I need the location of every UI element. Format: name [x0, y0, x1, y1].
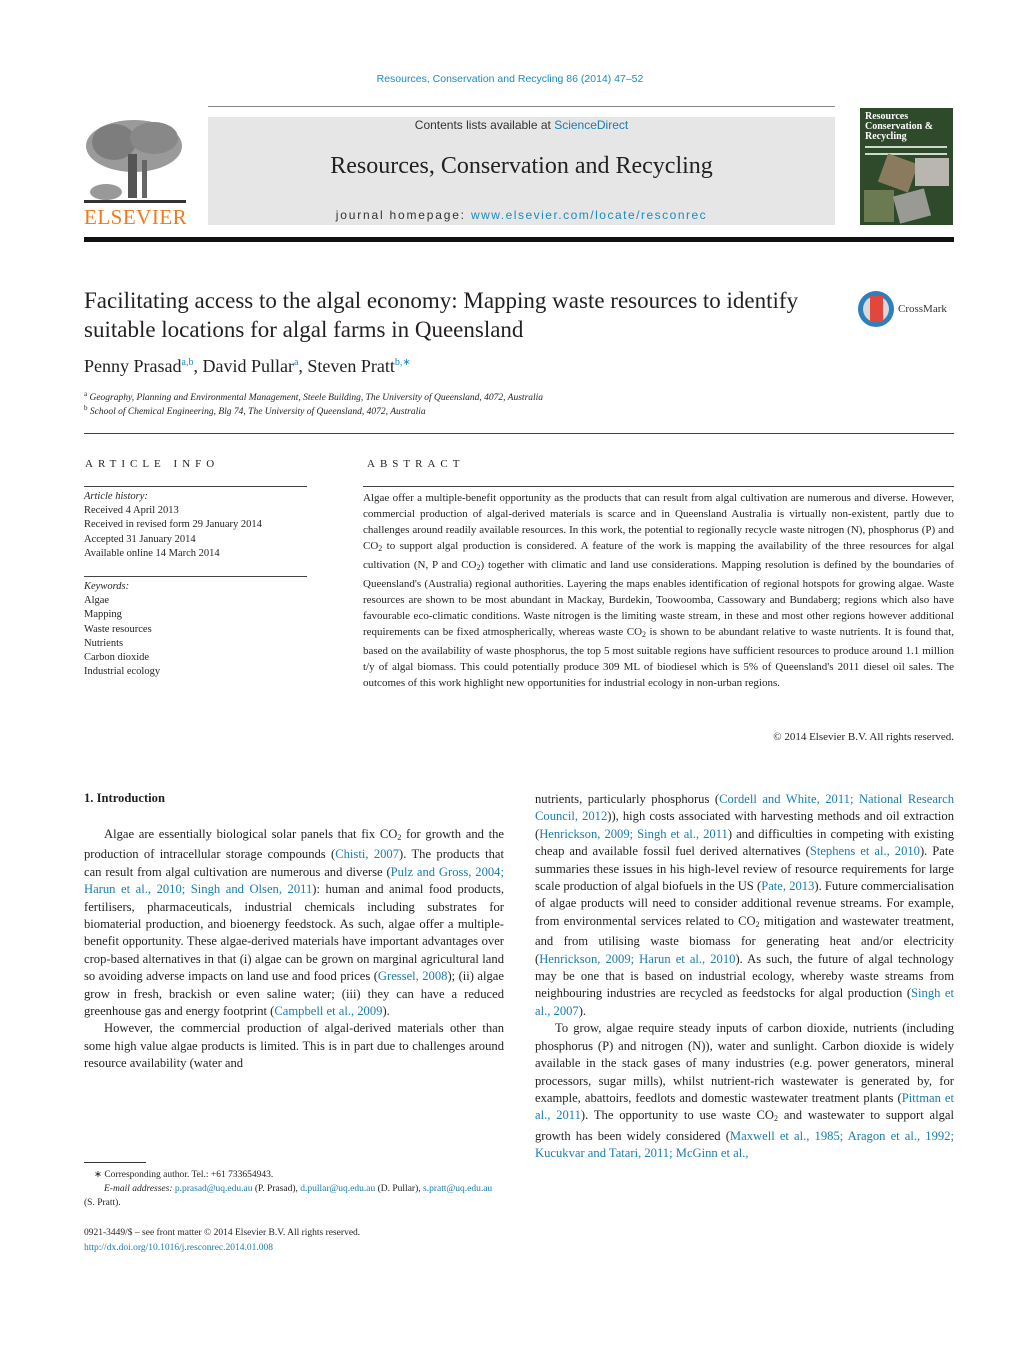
corresponding-author-note: ∗ Corresponding author. Tel.: +61 733654… [84, 1168, 504, 1182]
citation-link[interactable]: Chisti, 2007 [335, 847, 399, 861]
keyword: Mapping [84, 609, 122, 621]
journal-homepage: journal homepage: www.elsevier.com/locat… [208, 208, 835, 222]
body-text: Algae are essentially biological solar p… [104, 827, 398, 841]
history-item: Accepted 31 January 2014 [84, 533, 196, 545]
body-text: ). [578, 1003, 587, 1018]
citation-link[interactable]: Henrickson, 2009; Harun et al., 2010 [539, 952, 735, 966]
footnote-star: ∗ [94, 1170, 102, 1180]
keyword: Carbon dioxide [84, 652, 150, 664]
section-rule [84, 433, 954, 434]
citation-link[interactable]: Henrickson, 2009; Singh et al., 2011 [539, 827, 728, 841]
paragraph: Algae are essentially biological solar p… [84, 826, 504, 1020]
affiliation-text: Geography, Planning and Environmental Ma… [89, 393, 544, 403]
history-item: Received in revised form 29 January 2014 [84, 519, 262, 531]
citation-link[interactable]: Gressel, 2008 [378, 969, 448, 983]
cover-photo [915, 158, 949, 186]
email-link[interactable]: p.prasad@uq.edu.au [175, 1184, 253, 1194]
cover-title-line: Recycling [865, 131, 907, 142]
keywords-rule [84, 576, 307, 577]
citation-link[interactable]: Stephens et al., 2010 [810, 844, 920, 858]
doi-link[interactable]: http://dx.doi.org/10.1016/j.resconrec.20… [84, 1243, 273, 1253]
author-name: Steven Pratt [307, 356, 395, 376]
body-text: nutrients, particularly phosphorus ( [535, 792, 720, 806]
email-owner: (P. Prasad), [254, 1184, 298, 1194]
author-affiliation-link[interactable]: a [294, 357, 298, 368]
issn-line: 0921-3449/$ – see front matter © 2014 El… [84, 1228, 361, 1238]
body-column-right: nutrients, particularly phosphorus (Cord… [535, 791, 954, 1163]
body-text: ). [382, 1004, 390, 1019]
footnote-rule [84, 1162, 146, 1163]
journal-banner: Contents lists available at ScienceDirec… [208, 117, 835, 225]
article-title: Facilitating access to the algal economy… [84, 288, 799, 342]
affiliation: b School of Chemical Engineering, Blg 74… [84, 404, 426, 417]
journal-title: Resources, Conservation and Recycling [330, 153, 713, 179]
author-affiliation-link[interactable]: b,∗ [395, 357, 411, 368]
cover-photo [864, 190, 894, 222]
history-item: Available online 14 March 2014 [84, 547, 220, 559]
homepage-link[interactable]: www.elsevier.com/locate/resconrec [471, 208, 707, 222]
citation-link[interactable]: Pate, 2013 [761, 879, 814, 893]
email-label: E-mail addresses: [104, 1184, 173, 1194]
abstract-rule [363, 486, 954, 487]
abstract-copyright: © 2014 Elsevier B.V. All rights reserved… [773, 731, 954, 743]
contents-prefix: Contents lists available at [414, 118, 555, 132]
author-name: David Pullar [202, 356, 294, 376]
keyword: Nutrients [84, 637, 124, 649]
cover-subtitle [865, 146, 947, 155]
crossmark-ribbon-icon [870, 296, 883, 322]
body-text: To grow, algae require steady inputs of … [535, 1021, 954, 1105]
keyword: Waste resources [84, 623, 152, 635]
abstract-heading: ABSTRACT [367, 458, 465, 470]
article-info-heading: ARTICLE INFO [85, 458, 220, 470]
header-thick-rule [84, 237, 954, 242]
corresponding-author-text: Corresponding author. Tel.: +61 73365494… [104, 1170, 274, 1180]
keyword: Industrial ecology [84, 666, 161, 678]
front-matter: 0921-3449/$ – see front matter © 2014 El… [84, 1226, 504, 1256]
paragraph: nutrients, particularly phosphorus (Cord… [535, 791, 954, 1020]
cover-photo [877, 153, 919, 193]
author-list: Penny Prasada,b, David Pullara, Steven P… [84, 356, 411, 376]
keywords-label: Keywords: [84, 581, 130, 592]
section-heading-introduction: 1. Introduction [84, 791, 165, 805]
sciencedirect-link[interactable]: ScienceDirect [554, 118, 628, 132]
keywords: Keywords: Algae Mapping Waste resources … [84, 580, 307, 679]
email-owner: (S. Pratt). [84, 1198, 121, 1208]
elsevier-logo[interactable]: ELSEVIER [84, 118, 188, 229]
author-name: Penny Prasad [84, 356, 182, 376]
elsevier-tree-icon [84, 118, 186, 206]
journal-citation-link[interactable]: Resources, Conservation and Recycling 86… [0, 73, 1020, 85]
keyword: Algae [84, 595, 110, 607]
cover-photo [892, 188, 932, 224]
email-addresses: E-mail addresses: p.prasad@uq.edu.au (P.… [84, 1182, 504, 1210]
email-link[interactable]: d.pullar@uq.edu.au [300, 1184, 375, 1194]
paragraph: To grow, algae require steady inputs of … [535, 1020, 954, 1162]
history-item: Received 4 April 2013 [84, 505, 179, 517]
elsevier-wordmark: ELSEVIER [84, 205, 188, 229]
author-affiliation-link[interactable]: a,b [182, 357, 194, 368]
article-history: Article history: Received 4 April 2013 R… [84, 490, 307, 561]
footnote: ∗ Corresponding author. Tel.: +61 733654… [84, 1168, 504, 1210]
affiliation-mark: b [84, 404, 88, 412]
cover-title: Resources Conservation & Recycling [865, 112, 933, 142]
journal-cover-image[interactable]: Resources Conservation & Recycling [860, 108, 953, 225]
article-info-rule [84, 486, 307, 487]
paragraph: However, the commercial production of al… [84, 1021, 504, 1071]
crossmark-button[interactable]: CrossMark [858, 291, 958, 329]
affiliation: a Geography, Planning and Environmental … [84, 390, 543, 403]
email-link[interactable]: s.pratt@uq.edu.au [423, 1184, 492, 1194]
header-rule [208, 106, 835, 107]
body-text: ). The opportunity to use waste CO [580, 1108, 775, 1123]
affiliation-text: School of Chemical Engineering, Blg 74, … [89, 407, 426, 417]
abstract-body: Algae offer a multiple-benefit opportuni… [363, 490, 954, 691]
crossmark-label: CrossMark [898, 303, 947, 315]
affiliation-mark: a [84, 390, 88, 398]
body-column-left: Algae are essentially biological solar p… [84, 826, 504, 1073]
homepage-prefix: journal homepage: [335, 208, 471, 222]
citation-link[interactable]: Campbell et al., 2009 [274, 1004, 382, 1018]
history-label: Article history: [84, 491, 148, 502]
email-owner: (D. Pullar), [377, 1184, 421, 1194]
contents-available: Contents lists available at ScienceDirec… [208, 117, 835, 133]
